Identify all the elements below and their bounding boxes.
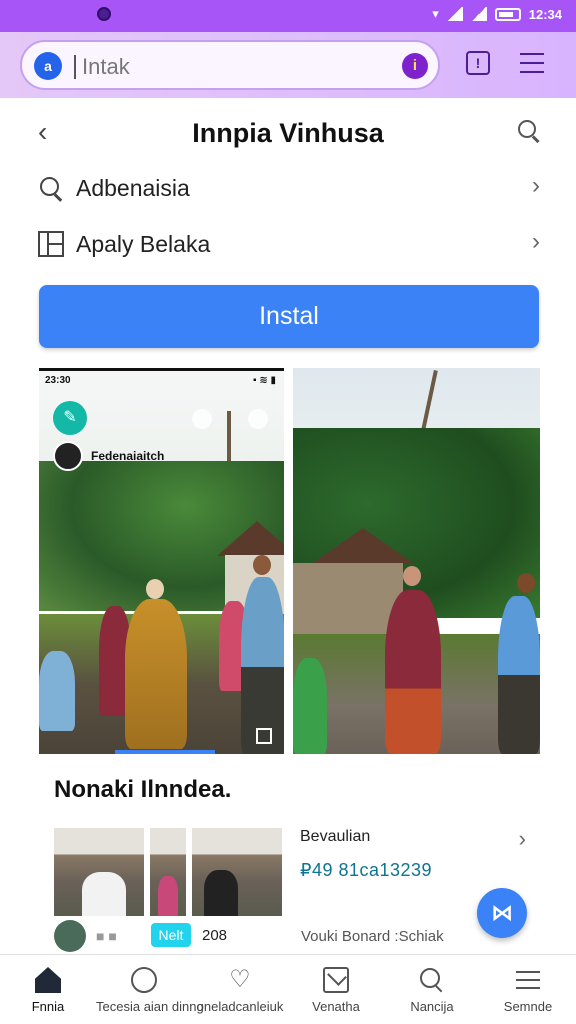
circle-icon xyxy=(131,967,157,993)
browser-menu-icon[interactable] xyxy=(520,53,544,73)
nav-item-menu[interactable]: Semnde xyxy=(480,955,576,1024)
person xyxy=(39,651,75,731)
search-icon xyxy=(38,175,64,201)
person-head xyxy=(253,555,271,575)
chevron-right-icon: › xyxy=(532,172,540,199)
app-icon: ✎ xyxy=(53,401,87,435)
search-icon xyxy=(419,967,445,993)
screenshot-icons xyxy=(192,409,268,429)
status-badge: Nelt xyxy=(151,923,191,947)
thumbnail-strip[interactable] xyxy=(54,828,282,916)
profile: Fedenaiaitch xyxy=(53,441,164,471)
nav-item-search[interactable]: Nancija xyxy=(384,955,480,1024)
header: ‹ Innpia Vinhusa xyxy=(0,98,576,168)
thumbnail[interactable] xyxy=(54,828,144,916)
url-input[interactable] xyxy=(82,52,382,82)
person-head xyxy=(146,579,164,599)
status-bar: ▾ 12:34 xyxy=(0,0,576,32)
info-title: Bevaulian xyxy=(300,828,371,845)
feedback-icon[interactable]: ! xyxy=(466,51,490,75)
signal-icon xyxy=(446,7,463,21)
expand-icon[interactable] xyxy=(256,728,272,744)
scroll-indicator xyxy=(115,750,215,754)
search-icon[interactable] xyxy=(518,120,540,142)
profile-name: Fedenaiaitch xyxy=(91,449,165,463)
info-block: Bevaulian ₽49 81ca13239 xyxy=(300,828,432,881)
avatar xyxy=(53,441,83,471)
wifi-icon: ▾ xyxy=(432,6,439,21)
nav-label: Tecesia aian dinng xyxy=(96,999,204,1014)
page-title: Innpia Vinhusa xyxy=(192,118,384,148)
person-head xyxy=(403,566,421,586)
home-icon xyxy=(35,967,61,993)
meta-count: 208 xyxy=(202,927,228,944)
menu-icon xyxy=(515,967,541,993)
thumbnail[interactable] xyxy=(192,828,282,916)
nav-item-mail[interactable]: Venatha xyxy=(288,955,384,1024)
mail-icon xyxy=(323,967,349,993)
bottom-navigation: Fnnia Tecesia aian dinng ♡ oneladcanleiu… xyxy=(0,954,576,1024)
nav-label: oneladcanleiuk xyxy=(196,999,284,1014)
text-cursor xyxy=(74,55,76,79)
info-number[interactable]: ₽49 81ca13239 xyxy=(300,860,432,881)
person xyxy=(498,596,540,754)
nav-label: Venatha xyxy=(312,999,360,1014)
screenshot-status-bar: 23:30 ▪ ≋ ▮ xyxy=(45,375,276,386)
nav-label: Nancija xyxy=(410,999,454,1014)
list-item-label: Apaly Belaka xyxy=(76,231,211,257)
grid-icon xyxy=(38,231,64,257)
hut-roof xyxy=(313,528,413,563)
list-item-label: Adbenaisia xyxy=(76,175,190,201)
hut-roof xyxy=(217,521,284,556)
person-main xyxy=(125,599,187,749)
meta-row: ■ ■ Nelt 208 Vouki Bonard :Schiak xyxy=(54,920,524,952)
browser-logo-icon: a xyxy=(34,52,62,80)
nav-item-home[interactable]: Fnnia xyxy=(0,955,96,1024)
person-main xyxy=(385,590,441,754)
thumbnail[interactable] xyxy=(150,828,186,916)
app-screenshot-1[interactable]: 23:30 ▪ ≋ ▮ ✎ Fedenaiaitch xyxy=(39,368,284,754)
section-title: Nonaki Ilnndea. xyxy=(54,776,232,803)
meta-link[interactable]: Vouki Bonard :Schiak xyxy=(301,928,444,945)
meta-label: ■ ■ xyxy=(96,928,117,944)
extension-icon[interactable]: i xyxy=(402,53,428,79)
chevron-right-icon[interactable]: › xyxy=(519,826,526,852)
page-content: ‹ Innpia Vinhusa Adbenaisia › Apaly Bela… xyxy=(0,98,576,954)
status-icons: ▾ 12:34 xyxy=(432,6,562,22)
nav-item-heart[interactable]: ♡ oneladcanleiuk xyxy=(192,955,288,1024)
address-bar[interactable]: a i xyxy=(20,40,440,90)
person-head xyxy=(517,573,535,593)
install-button[interactable]: Instal xyxy=(39,285,539,348)
chevron-right-icon: › xyxy=(532,228,540,255)
browser-toolbar: a i ! xyxy=(0,32,576,98)
list-item-search[interactable]: Adbenaisia › xyxy=(0,160,576,216)
battery-icon xyxy=(494,7,521,21)
notification-icon xyxy=(97,7,111,21)
signal-icon-2 xyxy=(470,7,487,21)
list-item-grid[interactable]: Apaly Belaka › xyxy=(0,216,576,272)
status-time: 12:34 xyxy=(528,6,562,22)
nav-label: Semnde xyxy=(503,999,553,1014)
person xyxy=(293,658,327,754)
app-screenshot-2[interactable] xyxy=(293,368,540,754)
nav-item-circle[interactable]: Tecesia aian dinng xyxy=(96,955,204,1024)
avatar xyxy=(54,920,86,952)
heart-icon: ♡ xyxy=(229,966,251,993)
nav-label: Fnnia xyxy=(31,999,65,1014)
